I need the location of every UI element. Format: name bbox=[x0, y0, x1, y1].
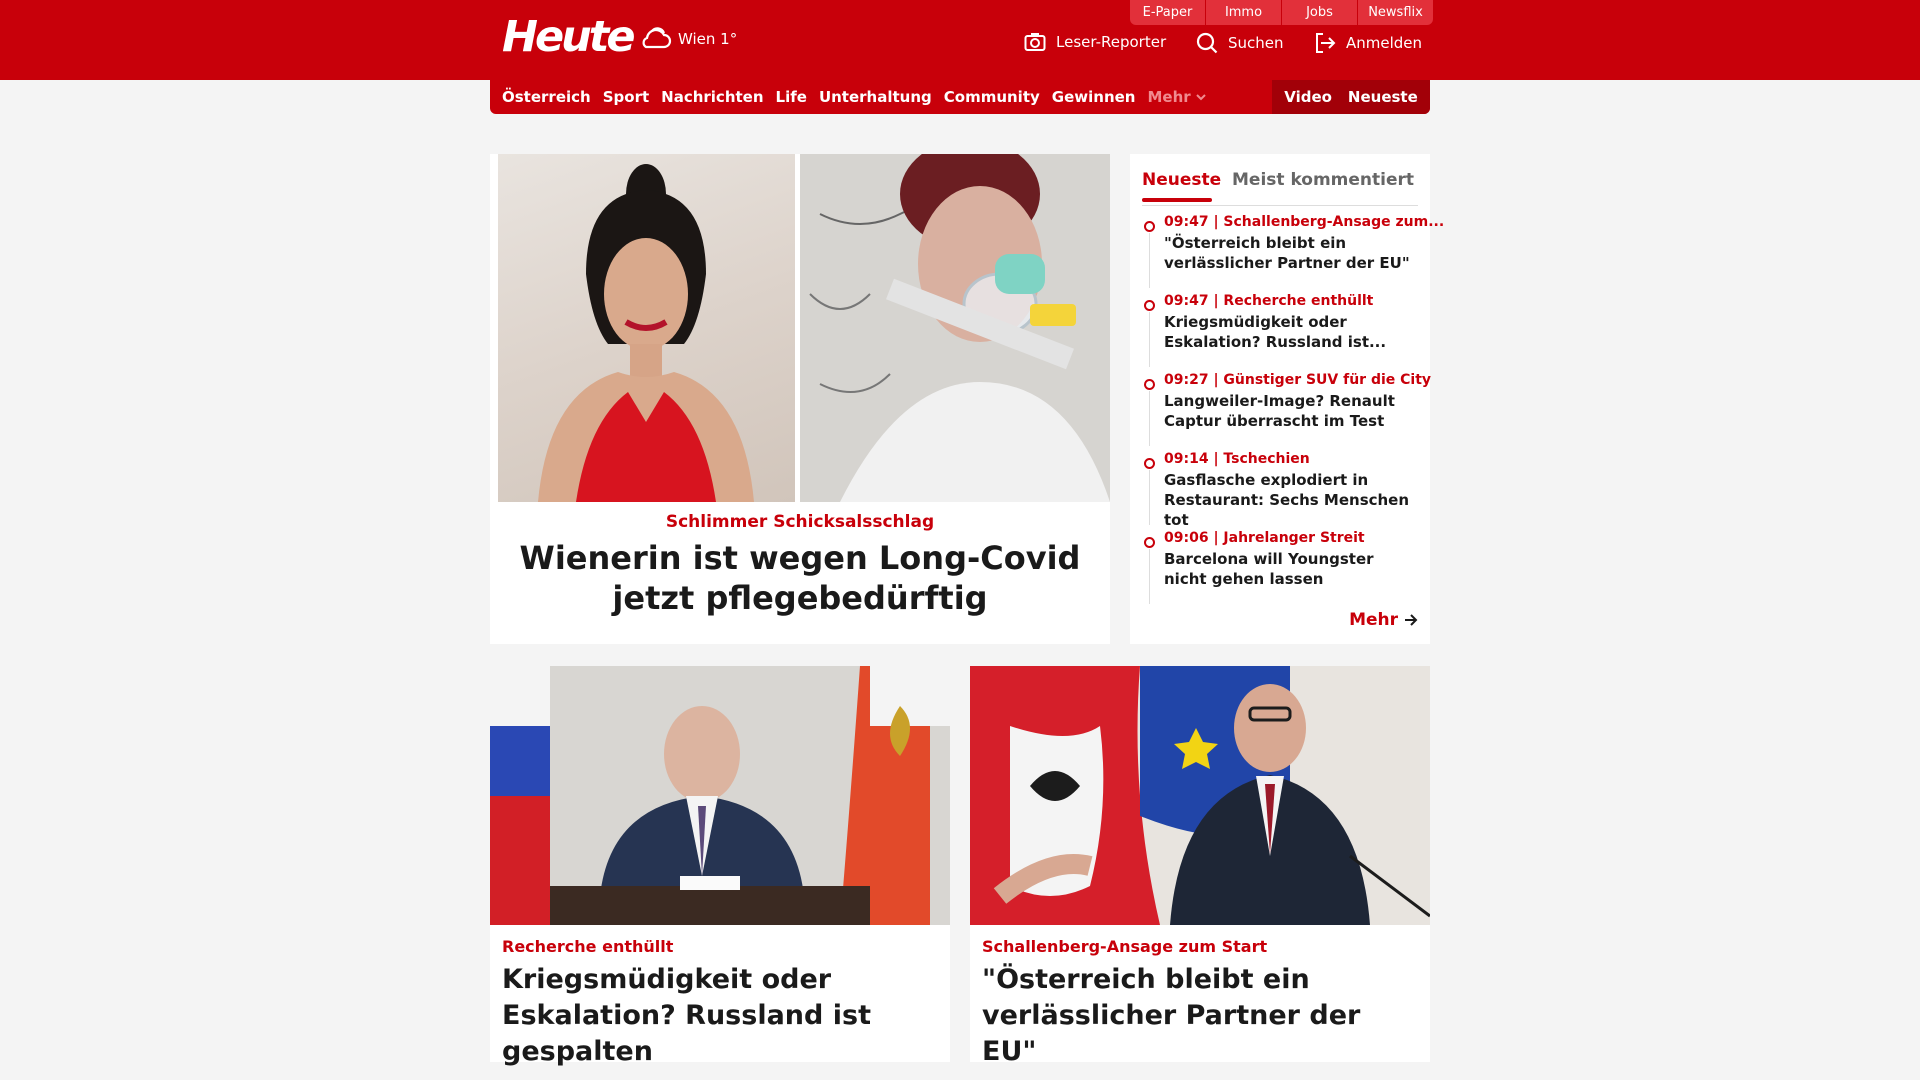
site-logo[interactable]: Heute bbox=[502, 12, 635, 62]
arrow-right-icon bbox=[1405, 614, 1418, 626]
search-label: Suchen bbox=[1228, 34, 1284, 52]
news-feed: 09:47 | Schallenberg-Ansage zum... "Öste… bbox=[1142, 214, 1445, 609]
item-headline[interactable]: Langweiler-Image? Renault Captur überras… bbox=[1164, 391, 1418, 431]
list-item[interactable]: 09:47 | Schallenberg-Ansage zum... "Öste… bbox=[1142, 214, 1445, 293]
item-meta: 09:47 | Recherche enthüllt bbox=[1164, 293, 1374, 309]
item-meta: 09:47 | Schallenberg-Ansage zum... bbox=[1164, 214, 1445, 230]
nav-item-unterhaltung[interactable]: Unterhaltung bbox=[819, 88, 932, 106]
card-image-putin[interactable] bbox=[490, 666, 950, 925]
search-button[interactable]: Suchen bbox=[1196, 32, 1284, 54]
item-headline[interactable]: "Österreich bleibt ein verlässlicher Par… bbox=[1164, 233, 1418, 273]
top-links: E-Paper Immo Jobs Newsflix bbox=[1130, 0, 1433, 25]
sidebar-more-link[interactable]: Mehr bbox=[1349, 610, 1418, 630]
tab-neueste[interactable]: Neueste bbox=[1142, 170, 1221, 202]
hero-image-patient-oxygen-mask[interactable] bbox=[800, 154, 1110, 502]
nav-item-sport[interactable]: Sport bbox=[603, 88, 649, 106]
latest-news-sidebar: Neueste Meist kommentiert 09:47 | Schall… bbox=[1130, 154, 1445, 644]
top-link-epaper[interactable]: E-Paper bbox=[1130, 0, 1205, 25]
search-icon bbox=[1196, 32, 1218, 54]
weather-text: Wien 1° bbox=[678, 30, 738, 48]
card-kicker: Schallenberg-Ansage zum Start bbox=[982, 937, 1268, 956]
schallenberg-illustration bbox=[970, 666, 1430, 925]
nav-item-gewinnen[interactable]: Gewinnen bbox=[1052, 88, 1136, 106]
woman-portrait-illustration bbox=[538, 164, 754, 502]
nav-item-life[interactable]: Life bbox=[776, 88, 807, 106]
login-button[interactable]: Anmelden bbox=[1314, 32, 1422, 54]
list-item[interactable]: 09:06 | Jahrelanger Streit Barcelona wil… bbox=[1142, 530, 1418, 609]
nav-item-oesterreich[interactable]: Österreich bbox=[502, 88, 591, 106]
hero-kicker: Schlimmer Schicksalsschlag bbox=[665, 512, 935, 532]
camera-icon bbox=[1024, 33, 1046, 51]
top-link-newsflix[interactable]: Newsflix bbox=[1358, 0, 1433, 25]
card-image-schallenberg[interactable] bbox=[970, 666, 1430, 925]
login-label: Anmelden bbox=[1346, 34, 1423, 52]
list-item[interactable]: 09:14 | Tschechien Gasflasche explodiert… bbox=[1142, 451, 1418, 530]
reporter-button[interactable]: Leser-Reporter bbox=[1024, 32, 1166, 52]
item-headline[interactable]: Gasflasche explodiert in Restaurant: Sec… bbox=[1164, 470, 1418, 530]
nav-latest[interactable]: Neueste bbox=[1348, 88, 1418, 106]
sidebar-more-label: Mehr bbox=[1349, 610, 1398, 630]
main-nav: Österreich Sport Nachrichten Life Unterh… bbox=[490, 80, 1430, 114]
nav-more-dropdown[interactable]: Mehr bbox=[1147, 88, 1206, 106]
cloud-icon bbox=[642, 27, 672, 49]
list-item[interactable]: 09:47 | Recherche enthüllt Kriegsmüdigke… bbox=[1142, 293, 1418, 372]
hero-title[interactable]: Wienerin ist wegen Long-Covid jetzt pfle… bbox=[510, 538, 1090, 618]
tab-meist-kommentiert[interactable]: Meist kommentiert bbox=[1232, 170, 1414, 190]
item-meta: 09:06 | Jahrelanger Streit bbox=[1164, 530, 1365, 546]
item-headline[interactable]: Barcelona will Youngster nicht gehen las… bbox=[1164, 549, 1418, 589]
hero-article[interactable]: Schlimmer Schicksalsschlag Wienerin ist … bbox=[490, 154, 1110, 644]
list-item[interactable]: 09:27 | Günstiger SUV für die City Langw… bbox=[1142, 372, 1432, 451]
nav-item-nachrichten[interactable]: Nachrichten bbox=[661, 88, 763, 106]
login-icon bbox=[1316, 33, 1336, 53]
article-card-eu[interactable]: Schallenberg-Ansage zum Start "Österreic… bbox=[970, 666, 1430, 1067]
item-headline[interactable]: Kriegsmüdigkeit oder Eskalation? Russlan… bbox=[1164, 312, 1418, 352]
article-card-russia[interactable]: Recherche enthüllt Kriegsmüdigkeit oder … bbox=[490, 666, 950, 1067]
nav-more-label: Mehr bbox=[1147, 88, 1191, 106]
item-meta: 09:27 | Günstiger SUV für die City bbox=[1164, 372, 1432, 388]
putin-illustration bbox=[490, 666, 950, 925]
item-meta: 09:14 | Tschechien bbox=[1164, 451, 1310, 467]
patient-illustration bbox=[800, 154, 1110, 502]
reporter-label: Leser-Reporter bbox=[1056, 33, 1167, 51]
card-title[interactable]: Kriegsmüdigkeit oder Eskalation? Russlan… bbox=[502, 962, 942, 1070]
site-header: E-Paper Immo Jobs Newsflix Heute Wien 1°… bbox=[0, 0, 1920, 80]
sidebar-tabs: Neueste Meist kommentiert bbox=[1142, 162, 1418, 206]
hero-image-woman-red-dress[interactable] bbox=[498, 154, 795, 502]
card-title[interactable]: "Österreich bleibt ein verlässlicher Par… bbox=[982, 962, 1422, 1070]
top-link-jobs[interactable]: Jobs bbox=[1282, 0, 1357, 25]
nav-item-community[interactable]: Community bbox=[944, 88, 1040, 106]
nav-right-group: Video Neueste bbox=[1272, 80, 1430, 114]
top-link-immo[interactable]: Immo bbox=[1206, 0, 1281, 25]
chevron-down-icon bbox=[1195, 94, 1206, 101]
weather-widget[interactable]: Wien 1° bbox=[638, 25, 737, 53]
nav-video[interactable]: Video bbox=[1284, 88, 1332, 106]
card-kicker: Recherche enthüllt bbox=[502, 937, 674, 956]
